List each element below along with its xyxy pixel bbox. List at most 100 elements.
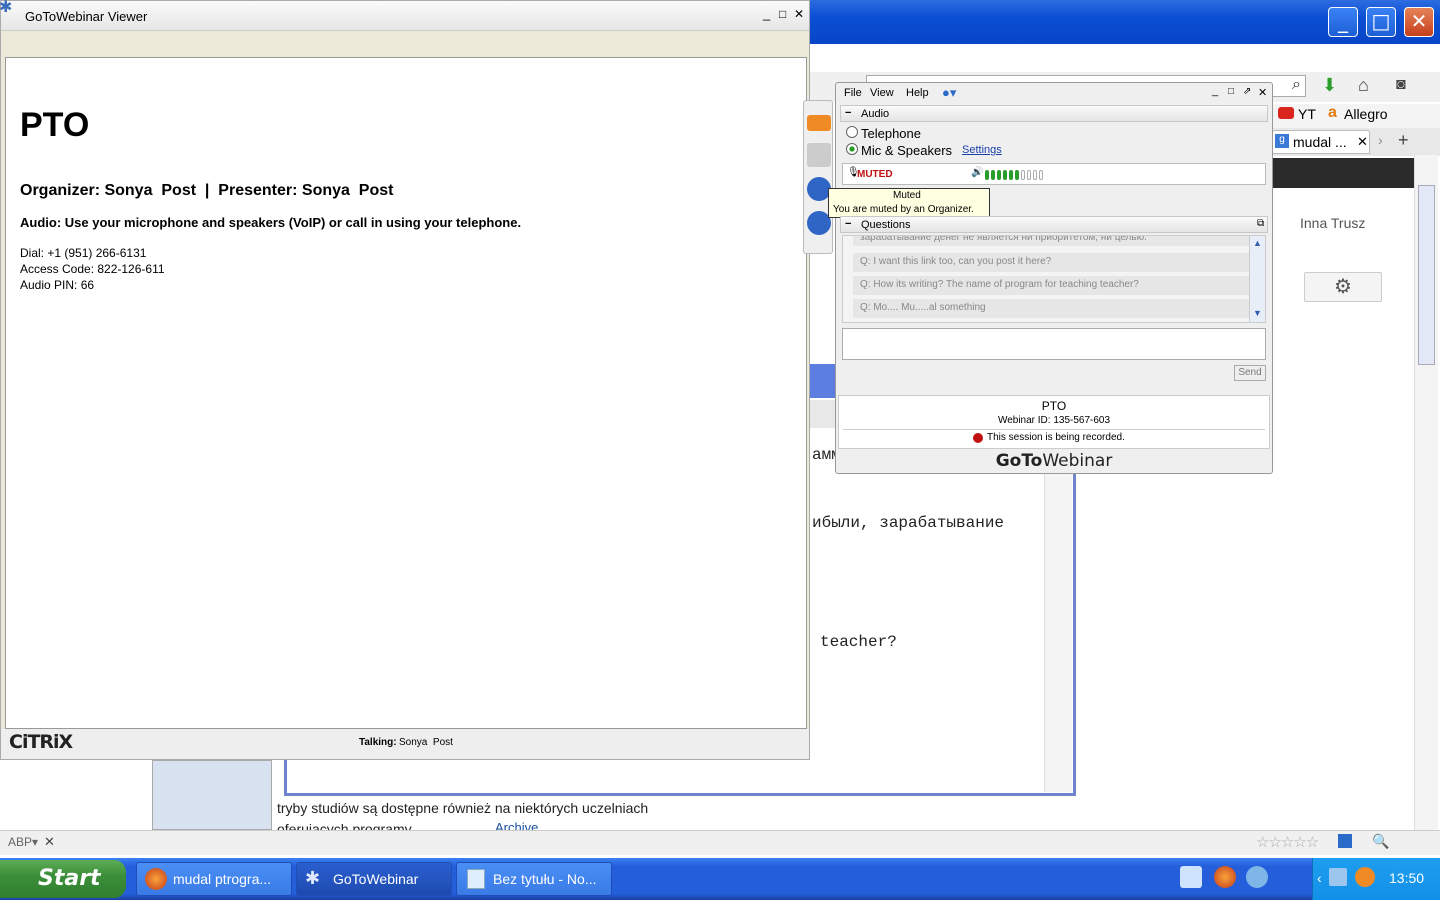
- recording-icon: [973, 433, 983, 443]
- clock[interactable]: 13:50: [1389, 870, 1424, 886]
- addon-icon[interactable]: [1338, 834, 1352, 848]
- maximize-button[interactable]: □: [779, 7, 786, 21]
- recording-notice: This session is being recorded.: [987, 432, 1125, 443]
- tab-strip: g mudal ... ✕ › +: [1270, 128, 1440, 156]
- network-icon[interactable]: [1329, 868, 1347, 886]
- tab-mudal[interactable]: g mudal ... ✕: [1272, 130, 1370, 154]
- speaker-icon: 🔊: [971, 167, 984, 178]
- firefox-icon[interactable]: [1214, 866, 1236, 888]
- questions-log[interactable]: зарабатывание денег не является ни приор…: [842, 235, 1266, 323]
- telephone-radio[interactable]: [846, 126, 858, 138]
- muted-tooltip: Muted You are muted by an Organizer.: [828, 188, 990, 218]
- scroll-thumb[interactable]: [1418, 185, 1435, 365]
- questions-section-header[interactable]: − Questions ⧉: [840, 216, 1268, 233]
- task-firefox[interactable]: mudal ptrogra...: [136, 862, 292, 896]
- tooltip-title: Muted: [893, 190, 921, 201]
- level-bar: [985, 170, 989, 180]
- expand-icon[interactable]: ⧉: [1257, 218, 1264, 229]
- chevron-left-icon[interactable]: ‹: [1317, 870, 1322, 886]
- minimize-button[interactable]: _: [1212, 85, 1218, 97]
- questions-scrollbar[interactable]: ▲ ▼: [1249, 236, 1265, 322]
- rating-stars[interactable]: ☆☆☆☆☆: [1256, 833, 1319, 851]
- microphone-icon[interactable]: [807, 143, 831, 167]
- scroll-up-icon[interactable]: ▲: [1253, 238, 1262, 248]
- scroll-down-icon[interactable]: ▼: [1253, 308, 1262, 318]
- grab-tab[interactable]: [803, 100, 833, 254]
- youtube-icon: [1278, 107, 1294, 119]
- maximize-button[interactable]: □: [1366, 7, 1396, 37]
- pocket-icon[interactable]: ◙: [1396, 76, 1406, 94]
- network-icon[interactable]: [1246, 866, 1268, 888]
- adblock-icon[interactable]: ABP▾: [8, 835, 38, 849]
- close-button[interactable]: ✕: [794, 7, 804, 21]
- user-name[interactable]: Inna Trusz: [1300, 215, 1365, 231]
- search-icon[interactable]: ⌕: [1292, 76, 1301, 94]
- collapse-icon[interactable]: −: [845, 107, 851, 119]
- firefox-icon: [145, 868, 167, 890]
- collapse-arrow-icon[interactable]: [807, 115, 831, 131]
- home-icon[interactable]: ⌂: [1358, 75, 1369, 96]
- start-button[interactable]: Start: [0, 860, 126, 898]
- question-input[interactable]: [842, 328, 1266, 360]
- quicklaunch-icon[interactable]: [1180, 866, 1202, 888]
- google-icon: g: [1275, 134, 1289, 148]
- level-bar: [1027, 170, 1031, 180]
- menu-help[interactable]: Help: [906, 87, 929, 99]
- close-tab-icon[interactable]: ✕: [1357, 134, 1368, 150]
- task-gotowebinar[interactable]: ✱ GoToWebinar: [296, 862, 452, 896]
- globe-icon[interactable]: ●▾: [942, 85, 956, 101]
- mic-speakers-label: Mic & Speakers: [861, 143, 953, 158]
- notepad-scrollbar[interactable]: [1044, 440, 1072, 792]
- toolbar-strip: [810, 400, 835, 428]
- maximize-button[interactable]: □: [1228, 86, 1234, 97]
- muted-label: MUTED: [857, 169, 893, 180]
- menu-view[interactable]: View: [870, 87, 894, 99]
- webinar-id: Webinar ID: 135-567-603: [997, 415, 1111, 426]
- download-icon[interactable]: ⬇: [1322, 75, 1337, 96]
- mic-speakers-radio[interactable]: [846, 143, 858, 155]
- close-icon[interactable]: ✕: [44, 834, 55, 850]
- webinar-info: PTO Webinar ID: 135-567-603 This session…: [838, 395, 1270, 449]
- bookmark-allegro[interactable]: Allegro: [1344, 106, 1388, 122]
- thumbnail-image[interactable]: [152, 760, 272, 830]
- question-item: зарабатывание денег не является ни приор…: [853, 236, 1249, 246]
- level-bar: [991, 170, 995, 180]
- task-label: Bez tytułu - No...: [493, 871, 597, 887]
- minimize-button[interactable]: _: [763, 6, 770, 21]
- chevron-right-icon[interactable]: ›: [1378, 132, 1383, 148]
- new-tab-icon[interactable]: +: [1398, 130, 1409, 151]
- bookmarks-bar: YT a Allegro: [1270, 104, 1440, 128]
- level-bar: [1015, 170, 1019, 180]
- notepad-text-2: ибыли, зарабатывание: [812, 514, 1005, 532]
- minimize-button[interactable]: _: [1328, 7, 1358, 37]
- page-title: PTO: [20, 106, 90, 144]
- tab-label: mudal ...: [1293, 134, 1347, 150]
- question-item: Q: I want this link too, can you post it…: [853, 253, 1249, 272]
- page-scrollbar[interactable]: [1414, 155, 1438, 830]
- task-notepad[interactable]: Bez tytułu - No...: [456, 862, 612, 896]
- audio-section-header[interactable]: − Audio: [840, 105, 1268, 122]
- level-bar: [997, 170, 1001, 180]
- level-bar: [1009, 170, 1013, 180]
- zoom-icon[interactable]: 🔍: [1372, 833, 1389, 850]
- level-bar: [1033, 170, 1037, 180]
- close-button[interactable]: ✕: [1258, 86, 1267, 99]
- settings-link[interactable]: Settings: [962, 144, 1002, 156]
- audio-instructions: Audio: Use your microphone and speakers …: [20, 215, 522, 230]
- popout-icon[interactable]: ⇗: [1243, 86, 1251, 97]
- send-button[interactable]: Send: [1234, 365, 1266, 381]
- questions-header-label: Questions: [861, 219, 911, 231]
- system-tray: ‹ 13:50: [1312, 858, 1440, 900]
- close-button[interactable]: ✕: [1404, 7, 1434, 37]
- audio-header-label: Audio: [861, 108, 890, 120]
- question-item: Q: Mo.... Mu.....al something: [853, 299, 1249, 318]
- collapse-icon[interactable]: −: [845, 218, 851, 230]
- telephone-label: Telephone: [861, 126, 921, 141]
- bookmark-yt[interactable]: YT: [1298, 106, 1316, 122]
- notepad-text-3: teacher?: [820, 633, 897, 651]
- citrix-flower-icon: ✱: [0, 0, 13, 16]
- avast-icon[interactable]: [1355, 867, 1375, 887]
- gear-icon[interactable]: ⚙: [1304, 272, 1382, 302]
- audio-level-meter: [985, 169, 1045, 180]
- menu-file[interactable]: File: [844, 87, 862, 99]
